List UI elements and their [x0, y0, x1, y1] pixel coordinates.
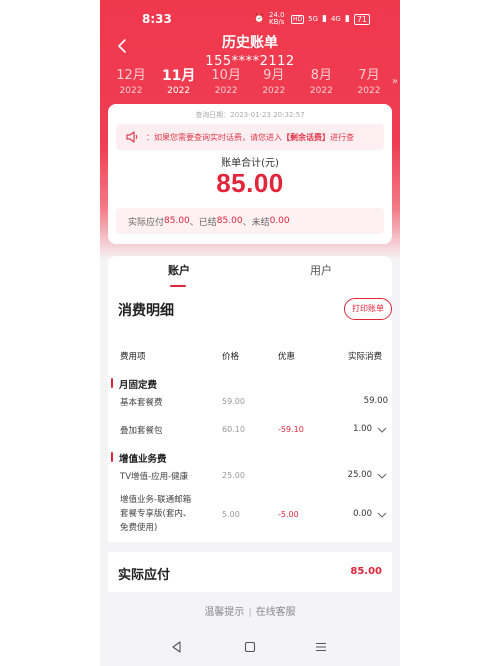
notice-suffix: 进行查 [330, 132, 354, 142]
signal-icon-2: ▮ [344, 14, 350, 24]
nav-home-icon[interactable] [243, 640, 257, 654]
status-bar: 8:33 ⏰ 24.0 KB/s HD 5G ▮ 4G ▮ 71 [100, 0, 400, 36]
row-actual: 0.00 [353, 509, 372, 519]
row-item-line: 免费使用) [120, 523, 158, 533]
speaker-icon [122, 124, 144, 150]
month-name: 10月 [211, 68, 241, 83]
month-year: 2022 [167, 86, 191, 96]
signal-4g: 4G [330, 15, 341, 23]
row-actual: 59.00 [363, 396, 388, 406]
row-price: 59.00 [222, 397, 245, 406]
column-discount: 优惠 [278, 352, 296, 362]
footer-separator: | [248, 607, 252, 618]
total-label: 账单合计(元) [221, 158, 279, 169]
payable-value: 85.00 [164, 216, 190, 226]
notice-banner[interactable]: ：如果您需要查询实时话费，请您进入【剩余话费】进行查 [116, 124, 384, 150]
month-year: 2022 [262, 86, 286, 96]
month-year: 2022 [119, 86, 143, 96]
phone-screen: 8:33 ⏰ 24.0 KB/s HD 5G ▮ 4G ▮ 71 历史账单 15… [100, 0, 400, 666]
row-actual: 25.00 [347, 470, 372, 480]
row-item: 叠加套餐包 [120, 426, 163, 436]
consumption-detail-card: 消费明细 打印账单 费用项 价格 优惠 实际消费 月固定费 基本套餐费 59.0… [108, 288, 392, 542]
chevron-down-icon[interactable] [376, 425, 388, 435]
month-name: 7月 [358, 68, 380, 83]
month-tab-5[interactable]: 7月 2022 [346, 68, 392, 104]
month-name: 8月 [310, 68, 333, 83]
row-item-line: 增值业务-联通邮箱 [120, 495, 192, 505]
detail-title: 消费明细 [118, 303, 174, 319]
month-tab-2[interactable]: 10月 2022 [203, 68, 249, 104]
column-price: 价格 [222, 352, 240, 362]
footer-links: 温馨提示 | 在线客服 [100, 603, 400, 618]
unsettled-label: 、未结 [242, 217, 270, 228]
tab-user[interactable]: 用户 [250, 256, 392, 288]
status-time: 8:33 [142, 12, 172, 26]
nav-menu-icon[interactable] [314, 640, 328, 654]
month-name: 12月 [116, 68, 146, 83]
notice-prefix: ：如果您需要查询实时话费，请您进入 [146, 132, 282, 142]
payable-total-amount: 85.00 [350, 566, 382, 577]
total-amount: 85.00 [216, 168, 284, 198]
month-tab-3[interactable]: 9月 2022 [251, 68, 297, 104]
section-value-added: 增值业务费 [111, 451, 167, 465]
payable-label: 实际应付 [128, 217, 165, 228]
unsettled-value: 0.00 [269, 216, 290, 226]
row-price: 25.00 [222, 471, 245, 480]
column-item: 费用项 [120, 352, 146, 362]
alarm-icon: ⏰ [253, 14, 265, 24]
section-monthly-fixed: 月固定费 [111, 377, 157, 391]
row-item: TV增值-应用-健康 [120, 472, 189, 482]
row-item-line: 套餐专享版(套内、 [120, 509, 192, 519]
row-price: 60.10 [222, 425, 245, 434]
settled-label: 、已结 [189, 217, 217, 228]
month-year: 2022 [357, 86, 381, 96]
row-item-multiline: 增值业务-联通邮箱 套餐专享版(套内、 免费使用) [120, 493, 191, 535]
month-name: 9月 [263, 68, 285, 83]
tab-account[interactable]: 账户 [108, 256, 250, 288]
status-icons: ⏰ 24.0 KB/s HD 5G ▮ 4G ▮ 71 [254, 12, 370, 26]
chevron-down-icon[interactable] [376, 471, 388, 481]
title-block: 历史账单 155****2112 [100, 32, 400, 69]
month-year: 2022 [214, 86, 238, 96]
chevron-down-icon[interactable] [376, 510, 388, 520]
network-speed: 24.0 KB/s [268, 11, 285, 26]
hd-badge: HD [290, 14, 305, 24]
payable-total-label: 实际应付 [118, 568, 171, 583]
online-service-link[interactable]: 在线客服 [256, 607, 296, 618]
page-title: 历史账单 [222, 35, 278, 51]
row-discount: -5.00 [278, 510, 299, 519]
row-actual: 1.00 [353, 424, 372, 434]
month-year: 2022 [309, 86, 333, 96]
row-item: 基本套餐费 [120, 398, 163, 408]
query-date: 查询日期：2023-01-23 20:32:57 [195, 111, 305, 119]
tips-link[interactable]: 温馨提示 [204, 607, 244, 618]
row-price: 5.00 [222, 510, 240, 519]
month-tab-1[interactable]: 11月 2022 [156, 68, 202, 110]
month-selector: 12月 2022 11月 2022 10月 2022 9月 2022 8月 20… [108, 68, 392, 110]
month-more-icon[interactable]: » [392, 76, 398, 87]
print-bill-button[interactable]: 打印账单 [344, 298, 392, 320]
month-name: 11月 [161, 68, 196, 84]
settled-value: 85.00 [216, 216, 243, 226]
month-tab-0[interactable]: 12月 2022 [108, 68, 154, 104]
payable-total-card: 实际应付 85.00 [108, 552, 392, 592]
notice-highlight: 【剩余话费】 [282, 132, 330, 142]
signal-5g: 5G [308, 15, 319, 23]
row-discount: -59.10 [278, 425, 304, 434]
system-nav-bar [100, 628, 400, 666]
signal-icon: ▮ [322, 14, 327, 24]
payment-summary: 实际应付 85.00 、已结 85.00 、未结 0.00 [116, 208, 384, 234]
notice-text: ：如果您需要查询实时话费，请您进入【剩余话费】进行查 [146, 132, 354, 143]
account-tabs: 账户 用户 [108, 256, 392, 288]
nav-back-icon[interactable] [170, 640, 184, 654]
battery-icon: 71 [353, 13, 370, 25]
phone-number: 155****2112 [205, 54, 295, 69]
column-actual: 实际消费 [348, 352, 383, 362]
summary-card: 查询日期：2023-01-23 20:32:57 ：如果您需要查询实时话费，请您… [108, 104, 392, 244]
month-tab-4[interactable]: 8月 2022 [298, 68, 344, 104]
